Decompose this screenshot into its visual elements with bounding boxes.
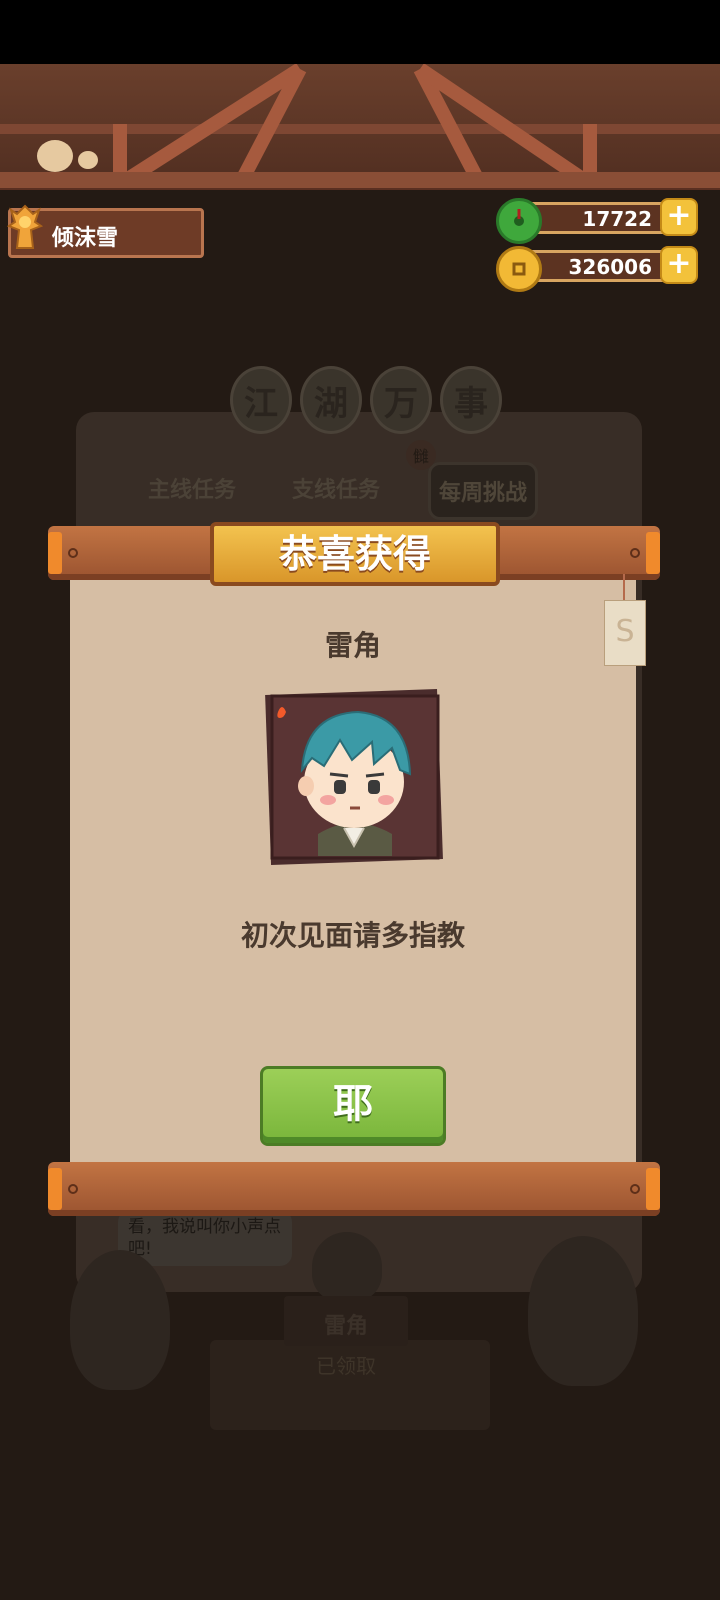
banner-char: 江 bbox=[230, 366, 292, 434]
tag-string bbox=[623, 574, 625, 602]
tab-weekly-challenge: 每周挑战 bbox=[428, 462, 539, 520]
quest-board-banner: 江 湖 万 事 bbox=[230, 366, 502, 440]
jade-coin-icon bbox=[496, 198, 542, 244]
quest-tabs: 主线任务 支线任务 每周挑战 bbox=[140, 462, 539, 520]
reward-character-portrait bbox=[262, 684, 446, 872]
banner-char: 事 bbox=[440, 366, 502, 434]
player-avatar-icon[interactable] bbox=[2, 200, 48, 256]
status-bar bbox=[0, 0, 720, 64]
npc-character-left bbox=[70, 1250, 170, 1390]
tab-side-quest: 支线任务 bbox=[292, 478, 381, 503]
npc-character-center bbox=[312, 1232, 382, 1302]
add-gold-button[interactable]: + bbox=[660, 246, 698, 284]
reward-name: 雷角 bbox=[324, 629, 381, 662]
gold-coin-icon bbox=[496, 246, 542, 292]
gold-amount: 326006 bbox=[568, 255, 653, 279]
banner-char: 湖 bbox=[300, 366, 362, 434]
banner-char: 万 bbox=[370, 366, 432, 434]
popup-title: 恭喜获得 bbox=[210, 522, 500, 586]
tab-main-quest: 主线任务 bbox=[148, 478, 237, 503]
scroll-bottom-roller bbox=[48, 1162, 660, 1216]
confirm-button[interactable]: 耶 bbox=[260, 1066, 446, 1146]
desk-character-name: 雷角 bbox=[323, 1314, 368, 1339]
npc-character-right bbox=[528, 1236, 638, 1386]
roof-shelf bbox=[0, 172, 720, 192]
desk-claimed-status: 已领取 bbox=[316, 1354, 376, 1378]
jade-amount: 17722 bbox=[582, 207, 652, 231]
player-name: 倾沫雪 bbox=[52, 226, 119, 251]
reward-description: 初次见面请多指教 bbox=[240, 919, 465, 952]
tab-badge: 雠 bbox=[406, 440, 436, 470]
add-jade-button[interactable]: + bbox=[660, 198, 698, 236]
speech-bubble: 看，我说叫你小声点吧! bbox=[118, 1210, 292, 1266]
